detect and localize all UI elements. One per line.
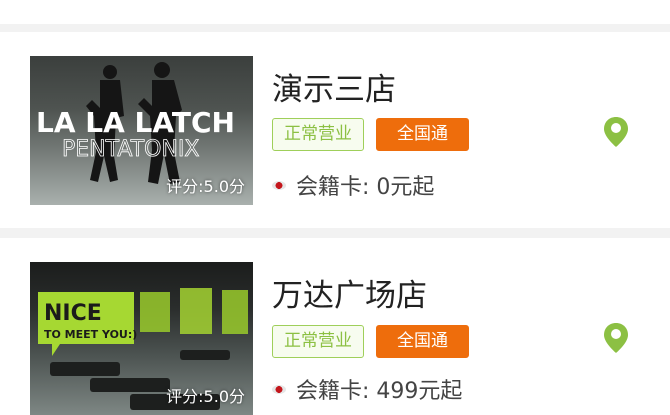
store-thumbnail[interactable]: NICE TO MEET YOU:) 评分:5.0分 xyxy=(30,262,253,415)
thumb-main-text: LA LA LATCH xyxy=(36,106,235,139)
previous-card-stub xyxy=(0,0,670,24)
national-badge: 全国通 xyxy=(376,325,469,358)
thumb-main-text: NICE xyxy=(44,301,102,326)
membership-price: 会籍卡: 0元起 xyxy=(272,169,434,201)
thumb-sub-text: PENTATONIX xyxy=(62,137,199,162)
thumb-sub-text: TO MEET YOU:) xyxy=(44,328,137,341)
membership-price-label: 会籍卡: 0元起 xyxy=(296,175,435,200)
bullet-dot-icon xyxy=(272,384,286,394)
rating-label: 评分:5.0分 xyxy=(166,387,245,406)
store-card[interactable]: NICE TO MEET YOU:) 评分:5.0分 万达广场店 正常营业 全国… xyxy=(0,238,670,415)
bullet-dot-icon xyxy=(272,180,286,190)
national-badge: 全国通 xyxy=(376,118,469,151)
status-badge: 正常营业 xyxy=(272,325,364,358)
store-name: 万达广场店 xyxy=(272,278,427,314)
store-thumbnail[interactable]: LA LA LATCH PENTATONIX 评分:5.0分 xyxy=(30,56,253,205)
location-pin-icon[interactable] xyxy=(603,116,629,148)
rating-label: 评分:5.0分 xyxy=(166,177,245,196)
store-name: 演示三店 xyxy=(272,72,396,108)
location-pin-icon[interactable] xyxy=(603,322,629,354)
membership-price-label: 会籍卡: 499元起 xyxy=(296,379,463,404)
status-badge: 正常营业 xyxy=(272,118,364,151)
membership-price: 会籍卡: 499元起 xyxy=(272,373,462,405)
store-card[interactable]: LA LA LATCH PENTATONIX 评分:5.0分 演示三店 正常营业… xyxy=(0,32,670,228)
